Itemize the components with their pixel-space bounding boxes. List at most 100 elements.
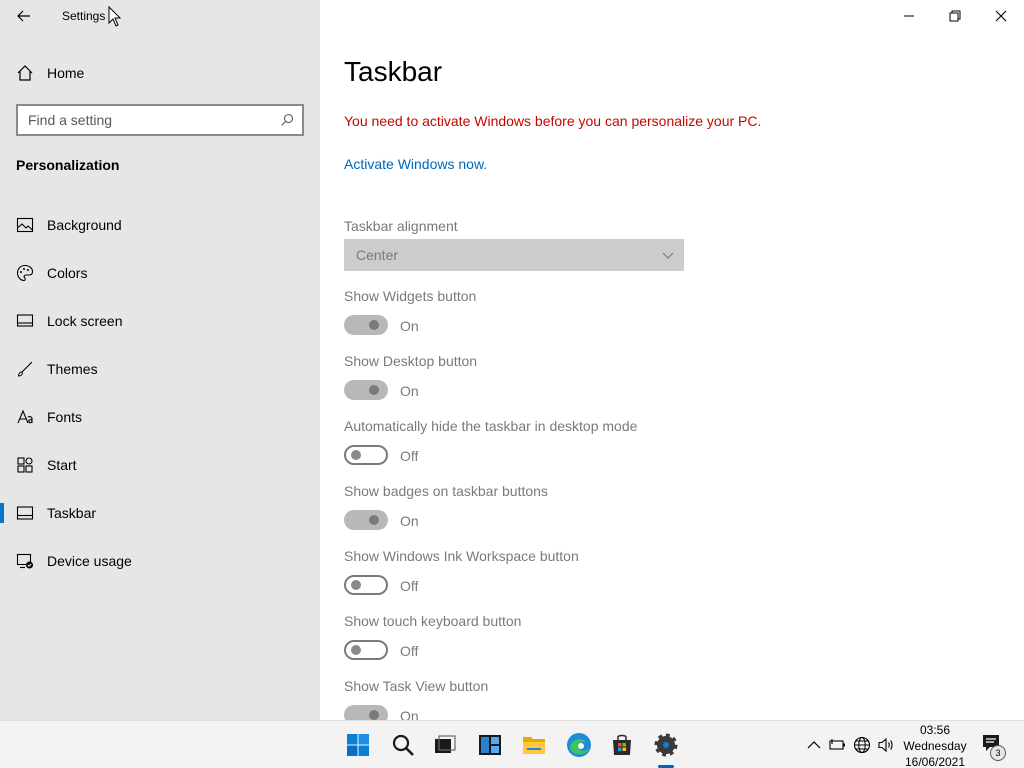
sidebar-item-fonts[interactable]: Fonts <box>0 397 320 437</box>
edge-icon <box>567 733 591 757</box>
clock-date: 16/06/2021 <box>904 755 966 768</box>
store-button[interactable] <box>606 729 638 761</box>
touch-keyboard-toggle[interactable] <box>344 640 388 660</box>
toggle-state: On <box>400 513 419 529</box>
setting-label: Show Task View button <box>344 678 489 694</box>
chevron-up-icon <box>807 741 821 749</box>
battery-tray-button[interactable] <box>828 735 848 755</box>
file-explorer-icon <box>523 737 545 754</box>
start-icon <box>347 734 369 756</box>
picture-icon <box>16 217 34 233</box>
start-button[interactable] <box>342 729 374 761</box>
toggle-state: Off <box>400 578 419 594</box>
notification-count-badge: 3 <box>990 745 1006 761</box>
battery-icon <box>829 739 845 750</box>
home-label: Home <box>47 65 85 81</box>
settings-gear-icon <box>654 733 678 757</box>
taskbar-icon <box>16 506 34 520</box>
edge-button[interactable] <box>563 729 595 761</box>
sidebar-item-label: Lock screen <box>47 313 123 329</box>
page-title: Taskbar <box>344 56 443 87</box>
taskbar-alignment-dropdown[interactable]: Center <box>344 239 684 271</box>
network-tray-button[interactable] <box>852 735 872 755</box>
toggle-knob <box>351 645 361 655</box>
sidebar-item-themes[interactable]: Themes <box>0 349 320 389</box>
home-nav-item[interactable]: Home <box>0 58 320 88</box>
activate-windows-link[interactable]: Activate Windows now. <box>344 156 487 172</box>
clock-time: 03:56 <box>919 723 951 737</box>
file-explorer-button[interactable] <box>518 729 550 761</box>
search-icon <box>392 734 414 756</box>
brush-icon <box>17 361 33 377</box>
setting-label: Show Widgets button <box>344 288 477 304</box>
device-usage-icon <box>16 553 33 569</box>
restore-button[interactable] <box>932 0 978 32</box>
minimize-button[interactable] <box>886 0 932 32</box>
setting-label: Show Desktop button <box>344 353 478 369</box>
sidebar-item-taskbar[interactable]: Taskbar <box>0 493 320 533</box>
widgets-icon <box>479 735 501 755</box>
sidebar-item-device-usage[interactable]: Device usage <box>0 541 320 581</box>
toggle-state: Off <box>400 643 419 659</box>
restore-icon <box>949 10 961 22</box>
badges-toggle[interactable] <box>344 510 388 530</box>
setting-label: Show touch keyboard button <box>344 613 522 629</box>
speaker-icon <box>878 737 893 753</box>
settings-taskbar-button[interactable] <box>650 729 682 761</box>
minimize-icon <box>904 15 914 17</box>
sidebar-item-label: Device usage <box>47 553 132 569</box>
taskbar-search-button[interactable] <box>387 729 419 761</box>
volume-tray-button[interactable] <box>876 735 896 755</box>
home-icon <box>17 65 33 81</box>
search-icon[interactable] <box>280 113 294 127</box>
setting-label: Show Windows Ink Workspace button <box>344 548 579 564</box>
setting-label: Automatically hide the taskbar in deskto… <box>344 418 638 434</box>
back-button[interactable] <box>8 0 40 32</box>
chevron-down-icon <box>662 252 674 259</box>
globe-icon <box>853 736 871 754</box>
app-title: Settings <box>62 9 106 23</box>
store-icon <box>613 734 631 755</box>
lock-screen-icon <box>16 314 34 327</box>
auto-hide-toggle[interactable] <box>344 445 388 465</box>
clock[interactable]: 03:56 Wednesday 16/06/2021 <box>896 722 974 768</box>
task-view-icon <box>435 735 456 753</box>
dropdown-value: Center <box>356 247 399 263</box>
close-button[interactable] <box>978 0 1024 32</box>
taskbar-alignment-label: Taskbar alignment <box>344 218 458 234</box>
toggle-knob <box>369 710 379 720</box>
search-input[interactable] <box>18 106 268 134</box>
search-box[interactable] <box>16 104 304 136</box>
sidebar-item-label: Colors <box>47 265 88 281</box>
font-icon <box>17 409 33 424</box>
activation-warning: You need to activate Windows before you … <box>344 113 762 129</box>
setting-label: Show badges on taskbar buttons <box>344 483 548 499</box>
start-grid-icon <box>17 457 33 473</box>
show-hidden-icons-button[interactable] <box>804 735 824 755</box>
mouse-cursor-icon <box>108 6 122 27</box>
task-view-button[interactable] <box>429 729 461 761</box>
sidebar-item-lock-screen[interactable]: Lock screen <box>0 301 320 341</box>
sidebar-item-colors[interactable]: Colors <box>0 253 320 293</box>
sidebar-item-label: Fonts <box>47 409 83 425</box>
palette-icon <box>16 264 34 282</box>
sidebar-item-label: Start <box>47 457 77 473</box>
toggle-knob <box>369 320 379 330</box>
ink-workspace-toggle[interactable] <box>344 575 388 595</box>
toggle-knob <box>351 450 361 460</box>
section-title: Personalization <box>16 157 120 173</box>
selection-indicator <box>0 503 4 523</box>
sidebar-item-label: Background <box>47 217 122 233</box>
close-icon <box>995 10 1007 22</box>
toggle-state: Off <box>400 448 419 464</box>
widgets-toggle[interactable] <box>344 315 388 335</box>
widgets-button[interactable] <box>474 729 506 761</box>
toggle-state: On <box>400 318 419 334</box>
taskbar: 03:56 Wednesday 16/06/2021 3 <box>0 720 1024 768</box>
toggle-state: On <box>400 383 419 399</box>
sidebar-item-background[interactable]: Background <box>0 205 320 245</box>
sidebar-item-start[interactable]: Start <box>0 445 320 485</box>
toggle-knob <box>351 580 361 590</box>
sidebar-item-label: Taskbar <box>47 505 97 521</box>
desktop-button-toggle[interactable] <box>344 380 388 400</box>
